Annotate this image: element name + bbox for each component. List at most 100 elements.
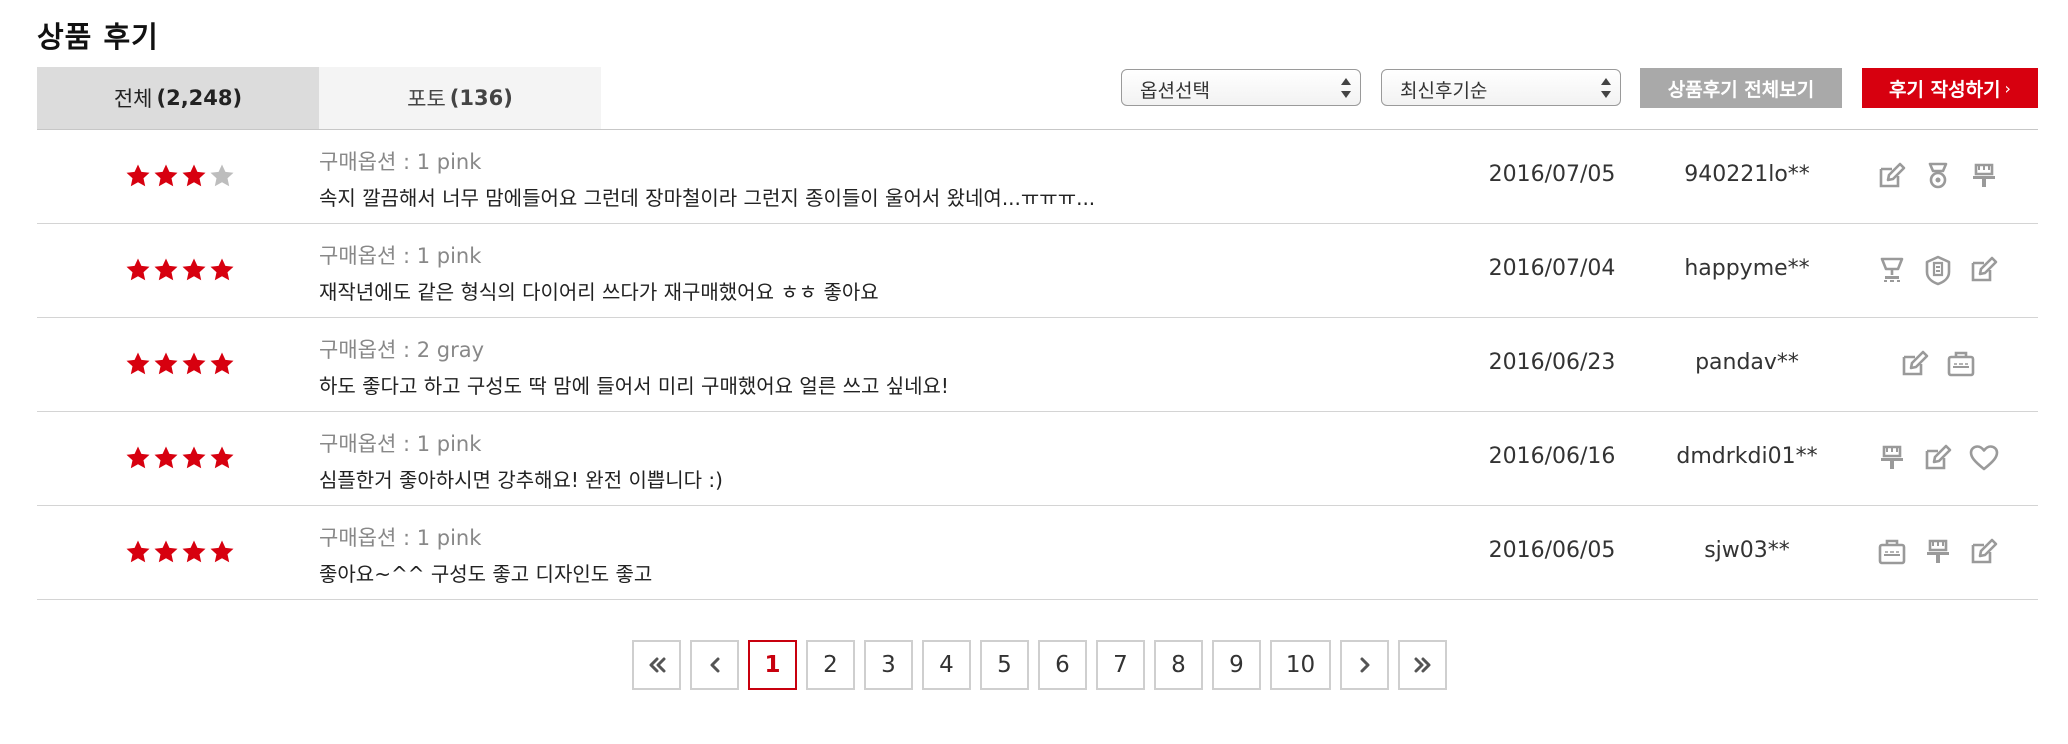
review-date: 2016/07/04 [1488, 256, 1616, 281]
review-row[interactable]: 구매옵션 : 1 pink 속지 깔끔해서 너무 맘에들어요 그런데 장마철이라 … [37, 130, 2038, 224]
review-row[interactable]: 구매옵션 : 1 pink 좋아요~^^ 구성도 좋고 디자인도 좋고 2016/0… [37, 506, 2038, 600]
star-filled-icon [154, 352, 178, 375]
page-3-button[interactable]: 3 [864, 640, 913, 690]
select-arrows-icon [1340, 76, 1352, 100]
review-date: 2016/06/05 [1488, 538, 1616, 563]
tab-photo-count-wrap: (136) [449, 86, 513, 110]
star-filled-icon [182, 258, 206, 281]
star-filled-icon [126, 352, 150, 375]
edit-icon [1902, 350, 1929, 376]
chevron-right-icon [1360, 657, 1369, 673]
tab-all[interactable]: 전체 (2,248) [37, 67, 319, 129]
star-filled-icon [126, 258, 150, 281]
edit-icon [1879, 162, 1906, 188]
chevron-left-button[interactable] [690, 640, 739, 690]
badge-icon [1925, 255, 1951, 286]
star-filled-icon [182, 352, 206, 375]
star-filled-icon [182, 540, 206, 563]
option-select[interactable]: 옵션선택 [1121, 69, 1361, 106]
sort-select[interactable]: 최신후기순 [1381, 69, 1621, 106]
review-text[interactable]: 좋아요~^^ 구성도 좋고 디자인도 좋고 [319, 558, 652, 587]
write-review-button[interactable]: 후기 작성하기 › [1862, 68, 2038, 108]
brush-icon [1927, 539, 1949, 563]
write-review-label: 후기 작성하기 [1889, 78, 2001, 101]
rating-stars [125, 351, 235, 377]
page-5-button[interactable]: 5 [980, 640, 1029, 690]
reviewer-badges [1838, 536, 2038, 568]
purchase-option: 구매옵션 : 1 pink [319, 432, 482, 456]
briefcase-icon [1878, 539, 1906, 565]
star-filled-icon [126, 164, 150, 187]
chevron-right-button[interactable] [1340, 640, 1389, 690]
tab-all-count-wrap: (2,248) [156, 86, 243, 110]
purchase-option: 구매옵션 : 2 gray [319, 338, 485, 362]
review-date: 2016/06/16 [1488, 444, 1616, 469]
review-text[interactable]: 속지 깔끔해서 너무 맘에들어요 그런데 장마철이라 그런지 종이들이 울어서 … [319, 182, 1095, 211]
page-8-button[interactable]: 8 [1154, 640, 1203, 690]
rating-stars [125, 445, 235, 471]
double-chevron-right-button[interactable] [1398, 640, 1447, 690]
tab-photo[interactable]: 포토 (136) [319, 67, 601, 129]
brush-icon [1973, 163, 1995, 187]
star-filled-icon [210, 352, 234, 375]
double-chevron-left-button[interactable] [632, 640, 681, 690]
star-filled-icon [210, 446, 234, 469]
view-all-reviews-button[interactable]: 상품후기 전체보기 [1640, 68, 1842, 108]
purchase-option: 구매옵션 : 1 pink [319, 150, 482, 174]
page-9-button[interactable]: 9 [1212, 640, 1261, 690]
tab-photo-count: 136 [459, 86, 504, 110]
page-7-button[interactable]: 7 [1096, 640, 1145, 690]
heart-icon [1969, 445, 1999, 471]
review-text[interactable]: 심플한거 좋아하시면 강추해요! 완전 이쁩니다 :) [319, 464, 723, 493]
review-row[interactable]: 구매옵션 : 1 pink 심플한거 좋아하시면 강추해요! 완전 이쁩니다 :)… [37, 412, 2038, 506]
reviewer-id: happyme** [1684, 256, 1810, 281]
star-filled-icon [210, 258, 234, 281]
tab-photo-label: 포토 [407, 87, 446, 111]
star-filled-icon [182, 164, 206, 187]
star-filled-icon [182, 446, 206, 469]
star-filled-icon [154, 164, 178, 187]
star-filled-icon [126, 446, 150, 469]
purchase-option: 구매옵션 : 1 pink [319, 526, 482, 550]
edit-icon [1925, 444, 1952, 470]
pagination: 1 2 3 4 5 6 7 8 9 10 [632, 640, 1447, 690]
review-date: 2016/06/23 [1488, 350, 1616, 375]
tab-all-label: 전체 [113, 87, 153, 111]
review-text[interactable]: 재작년에도 같은 형식의 다이어리 쓰다가 재구매했어요 ㅎㅎ 좋아요 [319, 276, 879, 305]
view-all-label: 상품후기 전체보기 [1667, 78, 1815, 101]
sort-select-value: 최신후기순 [1400, 80, 1488, 102]
select-arrows-icon [1600, 76, 1612, 100]
page-10-button[interactable]: 10 [1270, 640, 1331, 690]
star-filled-icon [154, 258, 178, 281]
briefcase-icon [1947, 351, 1975, 377]
page-4-button[interactable]: 4 [922, 640, 971, 690]
page-1-button[interactable]: 1 [748, 640, 797, 690]
star-filled-icon [154, 446, 178, 469]
star-filled-icon [126, 540, 150, 563]
edit-icon [1971, 256, 1998, 282]
reviewer-id: sjw03** [1704, 538, 1790, 563]
double-chevron-left-icon [649, 657, 665, 673]
purchase-option: 구매옵션 : 1 pink [319, 244, 482, 268]
brush-icon [1881, 445, 1903, 469]
reviewer-badges [1838, 348, 2038, 380]
review-text[interactable]: 하도 좋다고 하고 구성도 딱 맘에 들어서 미리 구매했어요 얼른 쓰고 싶네… [319, 370, 949, 399]
reviewer-id: 940221lo** [1684, 162, 1810, 187]
review-list: 구매옵션 : 1 pink 속지 깔끔해서 너무 맘에들어요 그런데 장마철이라 … [37, 129, 2038, 600]
reviewer-id: pandav** [1695, 350, 1799, 375]
medal-icon [1928, 162, 1948, 189]
page-title: 상품 후기 [37, 20, 159, 54]
review-row[interactable]: 구매옵션 : 2 gray 하도 좋다고 하고 구성도 딱 맘에 들어서 미리 구… [37, 318, 2038, 412]
star-empty-icon [210, 164, 234, 187]
edit-icon [1971, 538, 1998, 564]
chevron-right-icon: › [2004, 78, 2011, 98]
tab-all-count: 2,248 [166, 86, 233, 110]
review-row[interactable]: 구매옵션 : 1 pink 재작년에도 같은 형식의 다이어리 쓰다가 재구매했어… [37, 224, 2038, 318]
page-2-button[interactable]: 2 [806, 640, 855, 690]
reviewer-id: dmdrkdi01** [1676, 444, 1818, 469]
star-filled-icon [154, 540, 178, 563]
page-6-button[interactable]: 6 [1038, 640, 1087, 690]
star-filled-icon [210, 540, 234, 563]
rating-stars [125, 163, 235, 189]
rating-stars [125, 539, 235, 565]
